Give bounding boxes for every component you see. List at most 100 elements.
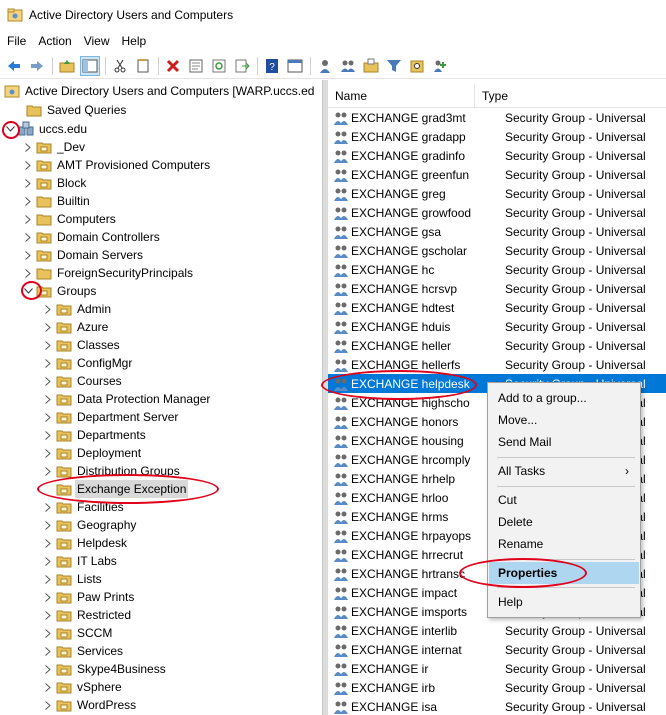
chevron-right-icon[interactable]	[42, 426, 54, 444]
menu-item-help[interactable]: Help	[489, 591, 639, 613]
tree-item-configmgr[interactable]: ConfigMgr	[42, 354, 134, 372]
properties-icon[interactable]	[186, 56, 206, 76]
find-icon[interactable]	[407, 56, 427, 76]
show-console-tree-icon[interactable]	[80, 55, 100, 76]
tree-item-exchange-exception[interactable]: Exchange Exception	[42, 480, 189, 498]
menu-item-cut[interactable]: Cut	[489, 489, 639, 511]
tree-item-skype4business[interactable]: Skype4Business	[42, 660, 168, 678]
chevron-right-icon[interactable]	[42, 642, 54, 660]
list-row[interactable]: EXCHANGE irb Security Group - Universal	[328, 678, 666, 697]
chevron-right-icon[interactable]	[42, 678, 54, 696]
new-ou-icon[interactable]	[361, 56, 381, 76]
chevron-right-icon[interactable]	[42, 498, 54, 516]
tree-item-admin[interactable]: Admin	[42, 300, 113, 318]
list-row[interactable]: EXCHANGE greenfun Security Group - Univer…	[328, 165, 666, 184]
list-row[interactable]: EXCHANGE gradinfo Security Group - Univer…	[328, 146, 666, 165]
forward-icon[interactable]	[27, 56, 47, 76]
tree-item-distribution-groups[interactable]: Distribution Groups	[42, 462, 182, 480]
list-row[interactable]: EXCHANGE hdtest Security Group - Universa…	[328, 298, 666, 317]
filter-icon[interactable]	[384, 56, 404, 76]
list-row[interactable]: EXCHANGE growfood Security Group - Univer…	[328, 203, 666, 222]
delete-icon[interactable]	[163, 56, 183, 76]
list-row[interactable]: EXCHANGE hellerfs Security Group - Univer…	[328, 355, 666, 374]
list-row[interactable]: EXCHANGE heller Security Group - Universa…	[328, 336, 666, 355]
chevron-right-icon[interactable]	[42, 570, 54, 588]
list-row[interactable]: EXCHANGE greg Security Group - Universal	[328, 184, 666, 203]
column-header-name[interactable]: Name	[328, 83, 475, 108]
tree-item-saved-queries[interactable]: Saved Queries	[26, 101, 128, 119]
chevron-down-icon[interactable]	[22, 282, 34, 300]
chevron-right-icon[interactable]	[22, 192, 34, 210]
chevron-right-icon[interactable]	[22, 156, 34, 174]
menu-item-delete[interactable]: Delete	[489, 511, 639, 533]
tree-item-services[interactable]: Services	[42, 642, 125, 660]
tree-item-builtin[interactable]: Builtin	[22, 192, 92, 210]
tree-item-departments[interactable]: Departments	[42, 426, 148, 444]
chevron-right-icon[interactable]	[42, 516, 54, 534]
console-icon[interactable]	[285, 56, 305, 76]
menu-item-move[interactable]: Move...	[489, 409, 639, 431]
chevron-right-icon[interactable]	[42, 372, 54, 390]
chevron-right-icon[interactable]	[42, 462, 54, 480]
chevron-right-icon[interactable]	[42, 354, 54, 372]
menu-item-all-tasks[interactable]: All Tasks ›	[489, 460, 639, 482]
chevron-right-icon[interactable]	[22, 264, 34, 282]
list-row[interactable]: EXCHANGE gscholar Security Group - Univer…	[328, 241, 666, 260]
chevron-right-icon[interactable]	[42, 624, 54, 642]
tree-root[interactable]: Active Directory Users and Computers [WA…	[4, 82, 316, 100]
tree-item-paw-prints[interactable]: Paw Prints	[42, 588, 136, 606]
chevron-right-icon[interactable]	[42, 588, 54, 606]
tree-item-helpdesk[interactable]: Helpdesk	[42, 534, 129, 552]
tree-item-courses[interactable]: Courses	[42, 372, 124, 390]
export-icon[interactable]	[232, 56, 252, 76]
chevron-right-icon[interactable]	[42, 534, 54, 552]
chevron-right-icon[interactable]	[42, 318, 54, 336]
tree-item-geography[interactable]: Geography	[42, 516, 138, 534]
tree-item-deployment[interactable]: Deployment	[42, 444, 143, 462]
chevron-right-icon[interactable]	[22, 246, 34, 264]
copy-icon[interactable]	[133, 56, 153, 76]
list-row[interactable]: EXCHANGE internat Security Group - Univer…	[328, 640, 666, 659]
tree-item-it-labs[interactable]: IT Labs	[42, 552, 119, 570]
chevron-down-icon[interactable]	[4, 120, 16, 138]
menu-item-rename[interactable]: Rename	[489, 533, 639, 555]
chevron-right-icon[interactable]	[42, 390, 54, 408]
tree-item-department-server[interactable]: Department Server	[42, 408, 180, 426]
help-icon[interactable]: ?	[262, 56, 282, 76]
tree-item-lists[interactable]: Lists	[42, 570, 104, 588]
menu-item-add-to-group[interactable]: Add to a group...	[489, 387, 639, 409]
add-to-group-icon[interactable]	[430, 56, 450, 76]
menu-action[interactable]: Action	[33, 30, 76, 52]
back-icon[interactable]	[4, 56, 24, 76]
tree-item-block[interactable]: Block	[22, 174, 88, 192]
tree-item-data-protection-manager[interactable]: Data Protection Manager	[42, 390, 212, 408]
chevron-right-icon[interactable]	[42, 444, 54, 462]
tree-item-azure[interactable]: Azure	[42, 318, 110, 336]
chevron-right-icon[interactable]	[42, 300, 54, 318]
list-row[interactable]: EXCHANGE ir Security Group - Universal	[328, 659, 666, 678]
list-row[interactable]: EXCHANGE hcrsvp Security Group - Universa…	[328, 279, 666, 298]
tree-item-dev[interactable]: _Dev	[22, 138, 87, 156]
tree-item-groups[interactable]: Groups	[22, 282, 98, 300]
menu-item-properties[interactable]: Properties	[489, 562, 639, 584]
tree-item-restricted[interactable]: Restricted	[42, 606, 133, 624]
tree-item-foreignsecurityprincipals[interactable]: ForeignSecurityPrincipals	[22, 264, 195, 282]
chevron-right-icon[interactable]	[42, 696, 54, 714]
cut-icon[interactable]	[110, 56, 130, 76]
refresh-icon[interactable]	[209, 56, 229, 76]
menu-file[interactable]: File	[2, 30, 31, 52]
chevron-right-icon[interactable]	[42, 552, 54, 570]
list-row[interactable]: EXCHANGE interlib Security Group - Univer…	[328, 621, 666, 640]
list-row[interactable]: EXCHANGE gradapp Security Group - Univers…	[328, 127, 666, 146]
chevron-right-icon[interactable]	[42, 336, 54, 354]
menu-item-send-mail[interactable]: Send Mail	[489, 431, 639, 453]
tree-item-vsphere[interactable]: vSphere	[42, 678, 124, 696]
chevron-right-icon[interactable]	[42, 408, 54, 426]
chevron-right-icon[interactable]	[42, 660, 54, 678]
list-row[interactable]: EXCHANGE grad3mt Security Group - Univers…	[328, 108, 666, 127]
tree-item-sccm[interactable]: SCCM	[42, 624, 114, 642]
list-row[interactable]: EXCHANGE isa Security Group - Universal	[328, 697, 666, 715]
chevron-right-icon[interactable]	[22, 228, 34, 246]
chevron-right-icon[interactable]	[22, 210, 34, 228]
new-group-icon[interactable]	[338, 56, 358, 76]
